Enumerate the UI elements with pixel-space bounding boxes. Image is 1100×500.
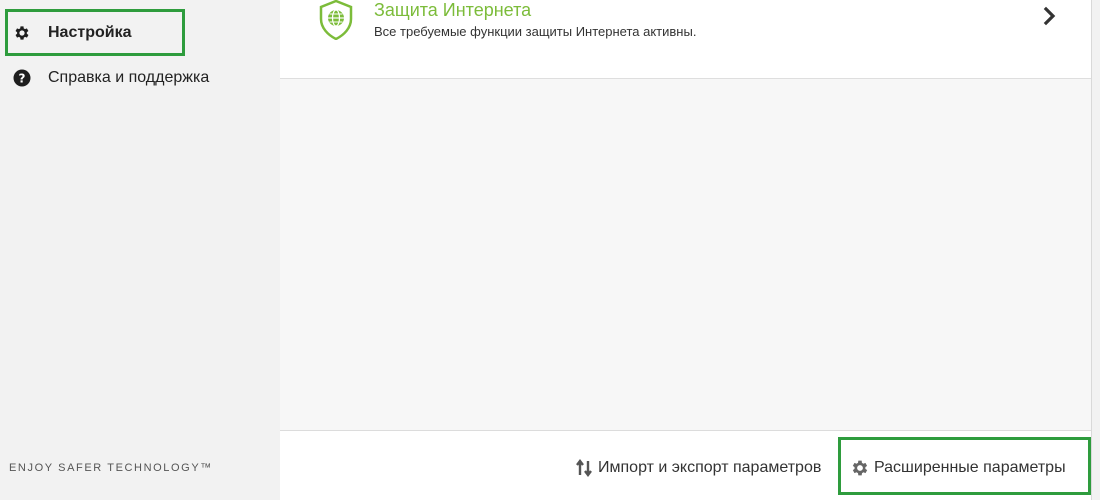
sidebar-item-label: Настройка (48, 24, 132, 41)
sidebar-item-settings[interactable]: Настройка (0, 18, 260, 48)
import-export-label: Импорт и экспорт параметров (598, 459, 822, 476)
main-panel: Защита Интернета Все требуемые функции з… (280, 0, 1091, 500)
sidebar-item-label: Справка и поддержка (48, 69, 210, 86)
window-edge (1091, 0, 1100, 500)
shield-globe-icon (318, 0, 354, 41)
gear-icon (850, 458, 870, 478)
card-title: Защита Интернета (374, 0, 532, 20)
sidebar: Настройка ? Справка и поддержка ENJOY SA… (0, 0, 280, 500)
import-export-button[interactable]: Импорт и экспорт параметров (574, 457, 821, 479)
gear-icon (13, 24, 31, 42)
import-export-icon (574, 458, 594, 478)
internet-protection-card[interactable]: Защита Интернета Все требуемые функции з… (280, 0, 1091, 79)
card-subtitle: Все требуемые функции защиты Интернета а… (374, 24, 697, 39)
advanced-settings-label: Расширенные параметры (874, 459, 1066, 476)
sidebar-item-help[interactable]: ? Справка и поддержка (0, 63, 260, 93)
help-circle-icon: ? (13, 69, 31, 87)
svg-text:?: ? (19, 72, 26, 86)
footer-bar: Импорт и экспорт параметров Расширенные … (280, 431, 1091, 500)
chevron-right-icon[interactable] (1042, 4, 1058, 28)
advanced-settings-button[interactable]: Расширенные параметры (850, 457, 1066, 479)
tagline: ENJOY SAFER TECHNOLOGY™ (9, 462, 213, 474)
